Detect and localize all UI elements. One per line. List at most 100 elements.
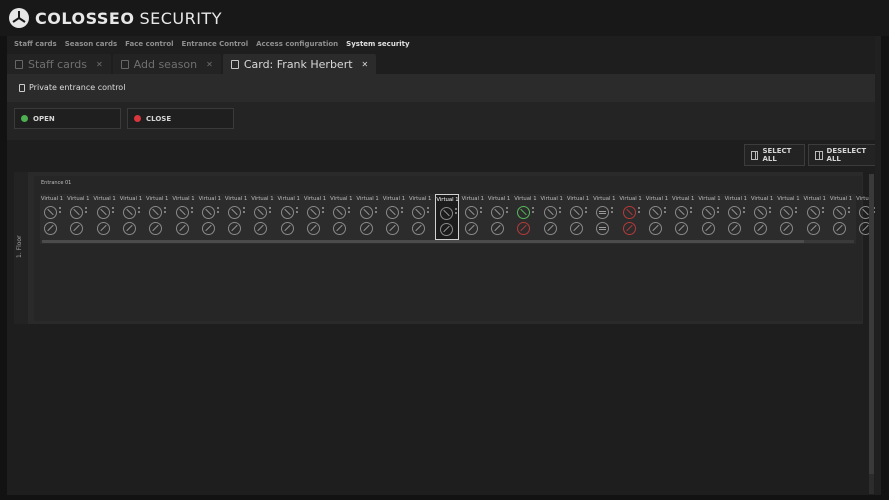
enter-arrow-icon[interactable] [359, 206, 373, 219]
device-cell[interactable]: Virtual 1 [119, 194, 143, 240]
enter-arrow-icon[interactable] [122, 206, 136, 219]
stop-icon[interactable] [596, 222, 610, 235]
exit-arrow-icon[interactable] [175, 222, 189, 235]
device-cell[interactable]: Virtual 1 [592, 194, 616, 240]
breadcrumb-staff-cards[interactable]: Staff cards [14, 40, 57, 48]
enter-arrow-icon[interactable] [543, 206, 557, 219]
device-cell[interactable]: Virtual 1 [645, 194, 669, 240]
exit-arrow-icon[interactable] [675, 222, 689, 235]
vertical-scroll-thumb[interactable] [869, 174, 874, 474]
enter-arrow-icon[interactable] [201, 206, 215, 219]
enter-arrow-icon[interactable] [675, 206, 689, 219]
device-cell[interactable]: Virtual 1 [224, 194, 248, 240]
enter-arrow-icon[interactable] [439, 207, 453, 220]
exit-arrow-icon[interactable] [280, 222, 294, 235]
device-cell[interactable]: Virtual 1 [329, 194, 353, 240]
exit-arrow-icon[interactable] [122, 222, 136, 235]
device-cell[interactable]: Virtual 1 [829, 194, 853, 240]
device-cell[interactable]: Virtual 1 [408, 194, 432, 240]
exit-arrow-icon[interactable] [439, 223, 453, 236]
device-cell[interactable]: Virtual 1 [566, 194, 590, 240]
enter-arrow-icon[interactable] [412, 206, 426, 219]
tab-staff-cards[interactable]: Staff cards ✕ [7, 54, 111, 74]
device-cell[interactable]: Virtual 1 [698, 194, 722, 240]
enter-arrow-icon[interactable] [570, 206, 583, 219]
enter-arrow-icon[interactable] [70, 206, 84, 219]
close-icon[interactable]: ✕ [96, 60, 103, 69]
device-cell[interactable]: Virtual 1 [750, 194, 774, 240]
exit-arrow-icon[interactable] [149, 222, 163, 235]
exit-arrow-icon[interactable] [491, 222, 505, 235]
exit-arrow-icon[interactable] [385, 222, 399, 235]
enter-arrow-icon[interactable] [96, 206, 110, 219]
vertical-scrollbar[interactable] [869, 174, 874, 494]
exit-arrow-icon[interactable] [464, 222, 478, 235]
enter-arrow-icon[interactable] [727, 206, 741, 219]
enter-arrow-icon[interactable] [754, 206, 768, 219]
enter-arrow-icon[interactable] [464, 206, 478, 219]
horizontal-scroll-thumb[interactable] [42, 240, 804, 243]
exit-arrow-icon[interactable] [754, 222, 768, 235]
device-cell[interactable]: Virtual 1 [66, 194, 90, 240]
exit-arrow-icon[interactable] [333, 222, 347, 235]
device-cell[interactable]: Virtual 1 [93, 194, 117, 240]
enter-arrow-icon[interactable] [44, 206, 57, 219]
breadcrumb-system-security[interactable]: System security [346, 40, 409, 48]
device-cell[interactable]: Virtual 1 [382, 194, 406, 240]
device-cell[interactable]: Virtual 1 [513, 194, 537, 240]
exit-arrow-icon[interactable] [359, 222, 373, 235]
enter-arrow-icon[interactable] [517, 206, 531, 219]
breadcrumb-access-configuration[interactable]: Access configuration [256, 40, 338, 48]
device-cell[interactable]: Virtual 1 [619, 194, 643, 240]
exit-arrow-icon[interactable] [412, 222, 426, 235]
device-cell[interactable]: Virtual 1 [277, 194, 301, 240]
horizontal-scrollbar[interactable] [42, 240, 854, 243]
stop-icon[interactable] [596, 206, 610, 219]
enter-arrow-icon[interactable] [149, 206, 163, 219]
enter-arrow-icon[interactable] [254, 206, 268, 219]
exit-arrow-icon[interactable] [228, 222, 242, 235]
breadcrumb-entrance-control[interactable]: Entrance Control [182, 40, 249, 48]
device-cell[interactable]: Virtual 1 [172, 194, 196, 240]
exit-arrow-icon[interactable] [570, 222, 583, 235]
enter-arrow-icon[interactable] [175, 206, 189, 219]
enter-arrow-icon[interactable] [228, 206, 242, 219]
device-cell[interactable]: Virtual 1 [803, 194, 827, 240]
device-cell[interactable]: Virtual 1 [461, 194, 485, 240]
enter-arrow-icon[interactable] [307, 206, 320, 219]
blocked-icon[interactable] [622, 222, 636, 235]
enter-arrow-icon[interactable] [385, 206, 399, 219]
enter-arrow-icon[interactable] [780, 206, 794, 219]
device-cell[interactable]: Virtual 1 [487, 194, 511, 240]
exit-arrow-icon[interactable] [806, 222, 820, 235]
device-cell[interactable]: Virtual 1 [671, 194, 695, 240]
open-button[interactable]: OPEN [14, 108, 121, 129]
exit-arrow-icon[interactable] [517, 222, 531, 235]
close-icon[interactable]: ✕ [362, 60, 369, 69]
close-icon[interactable]: ✕ [206, 60, 213, 69]
exit-arrow-icon[interactable] [543, 222, 557, 235]
exit-arrow-icon[interactable] [727, 222, 741, 235]
exit-arrow-icon[interactable] [70, 222, 84, 235]
breadcrumb-season-cards[interactable]: Season cards [65, 40, 117, 48]
app-logo[interactable]: COLOSSEO SECURITY [8, 7, 222, 29]
close-button[interactable]: CLOSE [127, 108, 234, 129]
device-cell[interactable]: Virtual 1 [145, 194, 169, 240]
device-cell[interactable]: Virtual 1 [776, 194, 800, 240]
enter-arrow-icon[interactable] [280, 206, 294, 219]
device-cell[interactable]: Virtual 1 [40, 194, 64, 240]
exit-arrow-icon[interactable] [780, 222, 794, 235]
enter-arrow-icon[interactable] [833, 206, 846, 219]
device-cell[interactable]: Virtual 1 [540, 194, 564, 240]
device-cell[interactable]: Virtual 1 [724, 194, 748, 240]
exit-arrow-icon[interactable] [44, 222, 57, 235]
exit-arrow-icon[interactable] [96, 222, 110, 235]
exit-arrow-icon[interactable] [701, 222, 715, 235]
exit-arrow-icon[interactable] [307, 222, 320, 235]
breadcrumb-face-control[interactable]: Face control [125, 40, 173, 48]
tab-add-season[interactable]: Add season ✕ [112, 54, 221, 74]
page-scrollbar[interactable] [875, 36, 881, 495]
device-cell[interactable]: Virtual 1 [303, 194, 327, 240]
device-cell[interactable]: Virtual 1 [434, 194, 459, 240]
exit-arrow-icon[interactable] [648, 222, 662, 235]
